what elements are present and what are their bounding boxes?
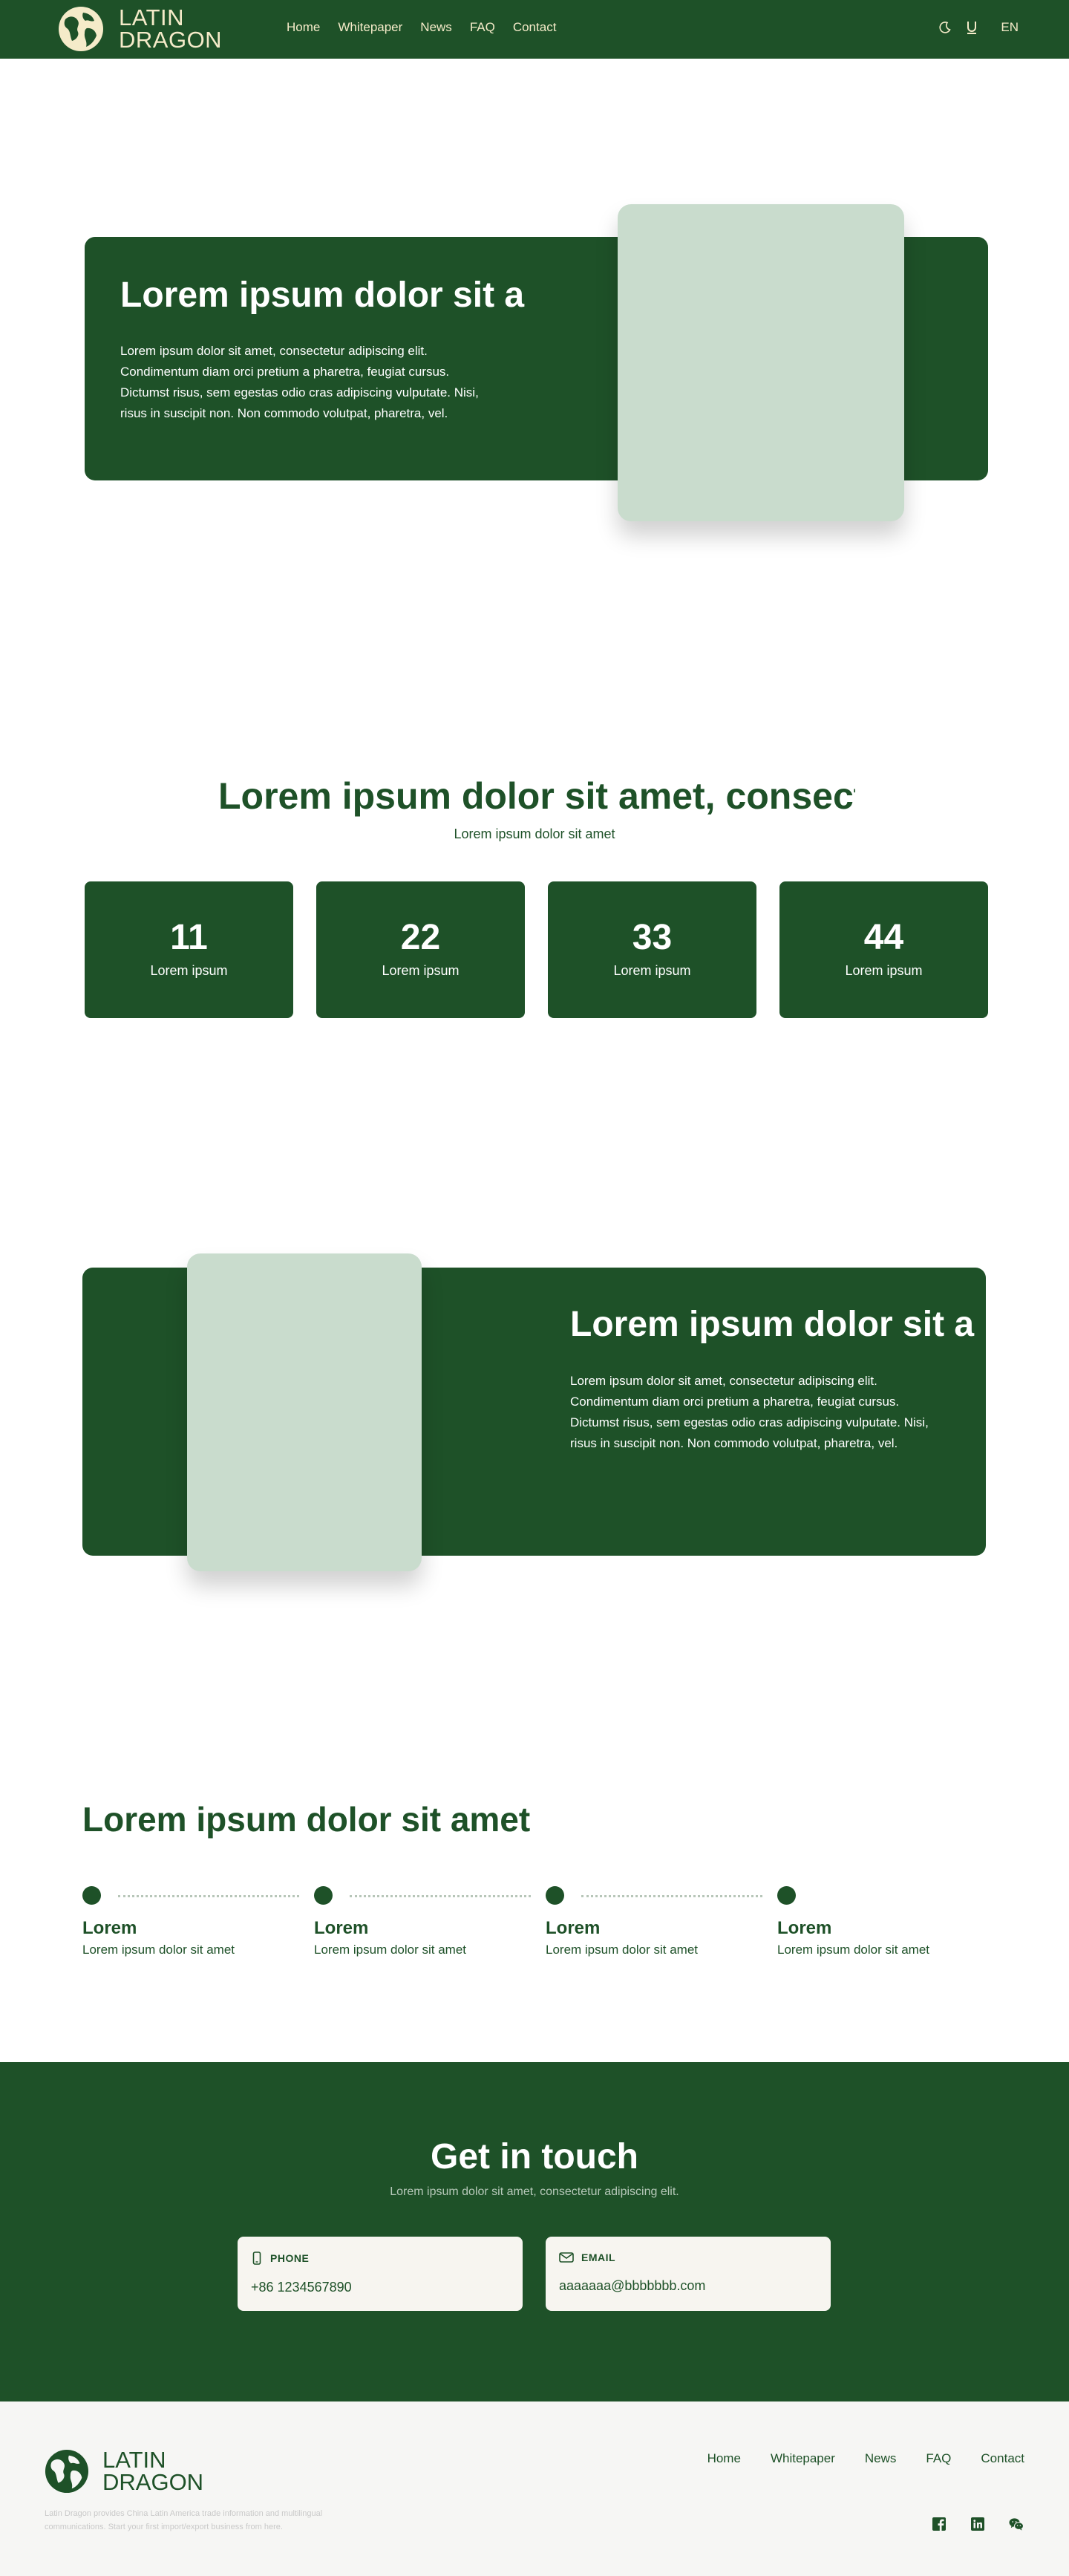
stat-card: 22 Lorem ipsum [316,881,525,1018]
footer-link-whitepaper[interactable]: Whitepaper [771,2451,835,2466]
linkedin-icon[interactable] [970,2516,986,2532]
step-name: Lorem [314,1918,369,1938]
step-desc: Lorem ipsum dolor sit amet [314,1943,467,1957]
nav-link-contact[interactable]: Contact [513,20,557,35]
stat-label: Lorem ipsum [382,963,460,978]
wechat-icon[interactable] [1008,2516,1024,2532]
feature-title: Lorem ipsum dolor sit amet [570,1305,975,1344]
stat-card: 44 Lorem ipsum [779,881,988,1018]
underline-u-icon[interactable] [964,19,980,36]
globe-icon [59,7,103,51]
language-switcher[interactable]: EN [1001,20,1019,35]
phone-card[interactable]: PHONE +86 1234567890 [238,2237,523,2311]
step-item: Lorem Lorem ipsum dolor sit amet [777,1886,1009,1957]
hero-title: Lorem ipsum dolor sit amet [120,275,526,315]
nav-link-news[interactable]: News [420,20,452,35]
stats-subtitle: Lorem ipsum dolor sit amet [454,826,615,841]
step-connector [350,1895,531,1897]
brand-logo[interactable]: LATIN DRAGON [58,6,222,52]
stat-value: 11 [170,918,208,957]
footer-link-faq[interactable]: FAQ [926,2451,951,2466]
feature-image-placeholder [187,1253,422,1571]
step-dot [777,1886,796,1905]
footer-logo[interactable]: LATIN DRAGON [45,2448,204,2495]
step-item: Lorem Lorem ipsum dolor sit amet [546,1886,777,1957]
step-dot [546,1886,564,1905]
stat-label: Lorem ipsum [845,963,923,978]
nav-actions: EN [937,19,1019,36]
globe-icon [45,2449,89,2494]
phone-icon [252,2251,261,2265]
step-dot [82,1886,101,1905]
stat-label: Lorem ipsum [150,963,228,978]
stat-value: 44 [863,918,904,957]
step-item: Lorem Lorem ipsum dolor sit amet [82,1886,314,1957]
top-navbar: LATIN DRAGON Home Whitepaper News FAQ Co… [0,0,1069,59]
steps-title: Lorem ipsum dolor sit amet [82,1800,531,1839]
contact-subtitle: Lorem ipsum dolor sit amet, consectetur … [390,2185,679,2198]
footer-brand-name: LATIN DRAGON [102,2448,204,2495]
phone-label: PHONE [270,2252,310,2264]
hero-text: Lorem ipsum dolor sit amet, consectetur … [120,344,479,420]
social-links [931,2516,1024,2532]
contact-title: Get in touch [431,2137,638,2176]
moon-icon[interactable] [937,19,953,36]
step-desc: Lorem ipsum dolor sit amet [82,1943,235,1957]
step-name: Lorem [777,1918,832,1938]
step-dot [314,1886,333,1905]
email-label: EMAIL [581,2251,616,2263]
footer-links: Home Whitepaper News FAQ Contact [707,2451,1024,2466]
stat-card: 11 Lorem ipsum [85,881,293,1018]
stat-value: 22 [400,918,441,957]
brand-line-2: DRAGON [119,27,223,53]
stat-value: 33 [632,918,673,957]
nav-link-whitepaper[interactable]: Whitepaper [338,20,402,35]
step-connector [581,1895,762,1897]
step-name: Lorem [82,1918,137,1938]
email-value[interactable]: aaaaaaa@bbbbbbb.com [559,2278,817,2294]
nav-links: Home Whitepaper News FAQ Contact [287,20,556,35]
step-connector [118,1895,299,1897]
step-name: Lorem [546,1918,601,1938]
step-item: Lorem Lorem ipsum dolor sit amet [314,1886,546,1957]
mail-icon [559,2252,574,2263]
hero-image-placeholder [618,204,904,521]
nav-link-home[interactable]: Home [287,20,320,35]
brand-name: LATIN DRAGON [119,6,223,53]
step-desc: Lorem ipsum dolor sit amet [546,1943,699,1957]
nav-link-faq[interactable]: FAQ [470,20,495,35]
footer-link-news[interactable]: News [865,2451,897,2466]
stat-label: Lorem ipsum [613,963,691,978]
contact-section: Get in touch Lorem ipsum dolor sit amet,… [0,2062,1069,2401]
email-card[interactable]: EMAIL aaaaaaa@bbbbbbb.com [546,2237,831,2311]
footer-link-contact[interactable]: Contact [981,2451,1024,2466]
facebook-icon[interactable] [931,2516,947,2532]
footer-description: Latin Dragon provides China Latin Americ… [45,2509,323,2531]
footer-brand-line-2: DRAGON [102,2469,204,2495]
phone-value[interactable]: +86 1234567890 [251,2280,509,2295]
stats-title: Lorem ipsum dolor sit amet, consectetur [218,775,855,817]
stat-card: 33 Lorem ipsum [548,881,756,1018]
footer-link-home[interactable]: Home [707,2451,741,2466]
footer: LATIN DRAGON Latin Dragon provides China… [0,2401,1069,2576]
step-desc: Lorem ipsum dolor sit amet [777,1943,930,1957]
feature-text: Lorem ipsum dolor sit amet, consectetur … [570,1374,929,1450]
